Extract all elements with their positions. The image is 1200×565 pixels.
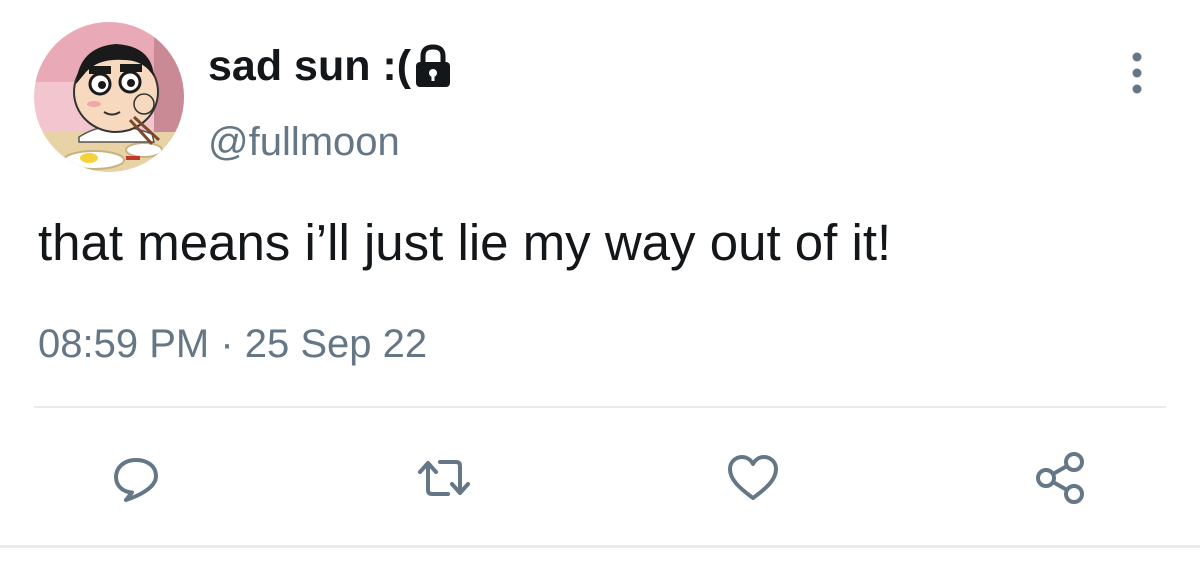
more-vertical-icon[interactable] xyxy=(1122,48,1152,98)
share-icon xyxy=(1036,452,1084,504)
like-button[interactable] xyxy=(723,448,783,508)
reply-icon xyxy=(114,458,158,502)
tweet-timestamp[interactable]: 08:59 PM · 25 Sep 22 xyxy=(38,320,427,368)
retweet-button[interactable] xyxy=(414,448,474,508)
retweet-icon xyxy=(418,460,470,496)
lock-icon xyxy=(413,43,453,89)
display-name[interactable]: sad sun :( xyxy=(208,40,453,92)
reply-button[interactable] xyxy=(106,448,166,508)
divider xyxy=(34,406,1166,408)
share-button[interactable] xyxy=(1030,448,1090,508)
user-handle[interactable]: @fullmoon xyxy=(208,118,400,166)
heart-icon xyxy=(728,455,778,500)
avatar-image xyxy=(34,22,184,172)
bottom-divider xyxy=(0,545,1200,548)
display-name-text: sad sun :( xyxy=(208,42,412,90)
avatar[interactable] xyxy=(34,22,184,172)
tweet-text: that means i’ll just lie my way out of i… xyxy=(38,214,892,271)
